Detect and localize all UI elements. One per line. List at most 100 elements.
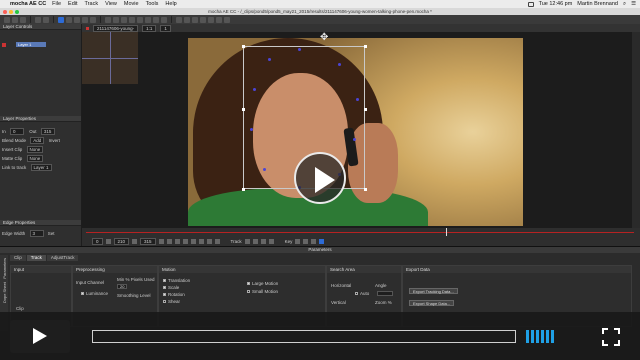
add-point-icon[interactable] (121, 16, 127, 23)
player-play-button[interactable] (10, 320, 70, 353)
stop-icon[interactable] (182, 239, 188, 244)
redo-icon[interactable] (43, 16, 49, 23)
proxy-select[interactable]: 1 (160, 24, 171, 32)
spline-point[interactable] (268, 58, 271, 61)
create-bezier-icon[interactable] (113, 16, 119, 23)
large-motion-option[interactable]: Large Motion (247, 281, 278, 286)
align-icon[interactable] (153, 16, 159, 23)
corner-handle[interactable] (242, 188, 245, 191)
min-pixels-field[interactable]: 20 (117, 284, 127, 289)
track-forward-icon[interactable] (268, 239, 274, 244)
export-shape-button[interactable]: Export Shape Data... (409, 300, 455, 306)
step-forward-icon[interactable] (198, 239, 204, 244)
spline-point[interactable] (338, 63, 341, 66)
pick-tool-icon[interactable] (58, 16, 64, 23)
set-button[interactable]: Set (48, 231, 55, 236)
tab-adjusttrack[interactable]: AdjustTrack (46, 255, 79, 261)
move-icon[interactable] (161, 16, 167, 23)
timeline-playhead[interactable] (446, 228, 447, 236)
end-frame-field[interactable]: 315 (140, 238, 156, 245)
out-field[interactable]: 315 (40, 128, 55, 135)
track-next-icon[interactable] (260, 239, 266, 244)
blend-mode-select[interactable]: Add (30, 137, 45, 144)
close-window-button[interactable] (3, 9, 7, 14)
export-tracking-button[interactable]: Export Tracking Data... (409, 288, 458, 294)
edge-handle[interactable] (242, 108, 245, 111)
spline-point[interactable] (263, 168, 266, 171)
corner-handle[interactable] (242, 45, 245, 48)
tab-clip[interactable]: Clip (10, 255, 26, 261)
save-icon[interactable] (20, 16, 26, 23)
add-keyframe-icon[interactable] (303, 239, 309, 244)
insert-clip-select[interactable]: None (26, 146, 44, 153)
splines-view-icon[interactable] (200, 16, 206, 23)
volume-meter[interactable] (526, 330, 554, 343)
spline-point[interactable] (356, 98, 359, 101)
track-prev-icon[interactable] (252, 239, 258, 244)
auto-option[interactable]: Auto (355, 291, 369, 296)
tangent-view-icon[interactable] (208, 16, 214, 23)
menu-tools[interactable]: Tools (146, 1, 159, 7)
edge-width-field[interactable]: 3 (29, 230, 44, 237)
menu-edit[interactable]: Edit (68, 1, 77, 7)
menu-movie[interactable]: Movie (124, 1, 139, 7)
link-to-track-select[interactable]: Layer 1 (30, 164, 52, 171)
create-xspline-icon[interactable] (105, 16, 111, 23)
tab-parameters[interactable]: Parameters (2, 258, 7, 279)
play-forward-icon[interactable] (190, 239, 196, 244)
layer-name[interactable]: Layer 1 (16, 42, 46, 47)
scale-option[interactable]: Scale (163, 285, 179, 290)
menu-track[interactable]: Track (85, 1, 99, 7)
overlay-view-icon[interactable] (216, 16, 222, 23)
current-frame-field[interactable]: 210 (113, 238, 130, 245)
track-backward-icon[interactable] (244, 239, 250, 244)
video-play-overlay-button[interactable] (294, 152, 346, 204)
clock[interactable]: Tue 12:46 pm (539, 1, 573, 7)
battery-icon[interactable] (527, 1, 534, 7)
user-name[interactable]: Martin Brennand (577, 1, 618, 7)
view-mode-icon[interactable] (176, 16, 182, 23)
matte-clip-select[interactable]: None (26, 155, 44, 162)
delete-keyframe-icon[interactable] (311, 239, 317, 244)
matte-view-icon[interactable] (184, 16, 190, 23)
zoom-select[interactable]: 1:1 (142, 24, 157, 32)
player-progress-bar[interactable] (92, 330, 516, 343)
menu-view[interactable]: View (105, 1, 117, 7)
menu-file[interactable]: File (52, 1, 61, 7)
video-frame[interactable] (188, 38, 523, 226)
undo-icon[interactable] (35, 16, 41, 23)
spline-point[interactable] (298, 48, 301, 51)
corner-handle[interactable] (364, 188, 367, 191)
app-menu[interactable]: mocha AE CC (10, 1, 46, 7)
step-back-icon[interactable] (166, 239, 172, 244)
new-project-icon[interactable] (4, 16, 10, 23)
tab-dope-sheet[interactable]: Dope Sheet (2, 282, 7, 303)
lasso-icon[interactable] (74, 16, 80, 23)
corner-handle[interactable] (364, 45, 367, 48)
fullscreen-icon[interactable] (602, 328, 620, 346)
tab-track[interactable]: Track (26, 255, 46, 261)
minimize-window-button[interactable] (9, 9, 13, 14)
link-icon[interactable] (145, 16, 151, 23)
surface-icon[interactable] (129, 16, 135, 23)
angle-field[interactable] (377, 291, 393, 296)
zoom-tool-icon[interactable] (90, 16, 96, 23)
layer-color-swatch[interactable] (2, 42, 6, 47)
prev-keyframe-icon[interactable] (295, 239, 301, 244)
zoom-window-button[interactable] (15, 9, 19, 14)
next-key-icon[interactable] (132, 239, 138, 244)
select-all-icon[interactable] (66, 16, 72, 23)
menu-help[interactable]: Help (165, 1, 176, 7)
prev-key-icon[interactable] (105, 239, 111, 244)
start-frame-field[interactable]: 0 (92, 238, 103, 245)
go-end-icon[interactable] (206, 239, 212, 244)
grid-icon[interactable] (137, 16, 143, 23)
edge-handle[interactable] (364, 108, 367, 111)
timeline-range-bar[interactable] (86, 232, 634, 233)
layers-view-icon[interactable] (192, 16, 198, 23)
small-motion-option[interactable]: Small Motion (247, 289, 278, 294)
go-start-icon[interactable] (158, 239, 164, 244)
rotation-option[interactable]: Rotation (163, 292, 185, 297)
search-icon[interactable]: ⌕ (623, 1, 626, 8)
list-icon[interactable]: ☰ (631, 1, 636, 7)
